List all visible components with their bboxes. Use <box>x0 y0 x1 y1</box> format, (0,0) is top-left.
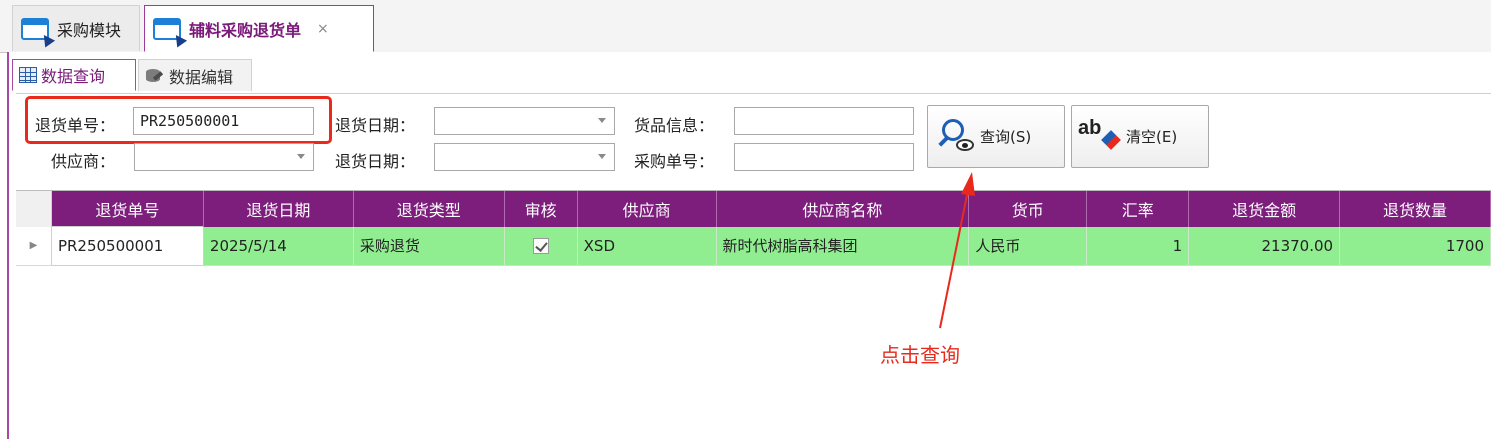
cell-currency[interactable]: 人民币 <box>968 226 1088 266</box>
window-icon <box>153 17 188 47</box>
tab-accessory-purchase-return[interactable]: 辅料采购退货单 × <box>144 5 374 52</box>
table-row[interactable]: ▶ PR250500001 2025/5/14 采购退货 XSD 新时代树脂高科… <box>16 226 1491 266</box>
cell-return-qty[interactable]: 1700 <box>1339 226 1491 266</box>
column-header[interactable]: 退货数量 <box>1339 191 1491 227</box>
goods-info-input[interactable] <box>734 107 914 135</box>
cell-return-date[interactable]: 2025/5/14 <box>203 226 354 266</box>
chevron-down-icon <box>297 154 305 159</box>
column-header[interactable]: 退货日期 <box>203 191 354 227</box>
column-header[interactable]: 供应商名称 <box>716 191 970 227</box>
column-header[interactable]: 汇率 <box>1086 191 1190 227</box>
cell-exchange-rate[interactable]: 1 <box>1086 226 1190 266</box>
supplier-label: 供应商： <box>51 152 116 171</box>
checkbox-checked-icon[interactable] <box>532 238 549 255</box>
cell-return-amount[interactable]: 21370.00 <box>1188 226 1341 266</box>
column-header[interactable]: 货币 <box>968 191 1088 227</box>
return-date-to-label: 退货日期： <box>335 152 416 171</box>
cell-supplier[interactable]: XSD <box>577 226 717 266</box>
eraser-icon: ab <box>1076 117 1122 157</box>
purchase-no-input[interactable] <box>734 143 914 171</box>
cell-return-type[interactable]: 采购退货 <box>353 226 505 266</box>
database-edit-icon <box>145 68 163 84</box>
column-header[interactable]: 退货金额 <box>1188 191 1341 227</box>
tab-label: 数据编辑 <box>169 67 234 87</box>
purchase-no-label: 采购单号： <box>634 152 715 171</box>
goods-info-label: 货品信息： <box>634 116 715 135</box>
document-tab-bar: 采购模块 辅料采购退货单 × <box>0 0 1491 53</box>
window-icon <box>21 17 56 47</box>
tab-purchase-module[interactable]: 采购模块 <box>12 5 140 51</box>
return-date-to-picker[interactable] <box>434 143 615 171</box>
column-header[interactable]: 审核 <box>504 191 578 227</box>
grid-header-row: 退货单号 退货日期 退货类型 审核 供应商 供应商名称 货币 汇率 退货金额 退… <box>16 191 1491 227</box>
clear-button[interactable]: ab 清空(E) <box>1071 105 1209 168</box>
close-icon[interactable]: × <box>317 21 329 37</box>
data-grid: 退货单号 退货日期 退货类型 审核 供应商 供应商名称 货币 汇率 退货金额 退… <box>16 190 1491 440</box>
column-header[interactable]: 退货单号 <box>51 191 204 227</box>
tab-label: 采购模块 <box>57 20 122 40</box>
cell-supplier-name[interactable]: 新时代树脂高科集团 <box>716 226 970 266</box>
return-date-from-picker[interactable] <box>434 107 615 135</box>
column-header[interactable]: 退货类型 <box>353 191 505 227</box>
column-header[interactable]: 供应商 <box>577 191 717 227</box>
clear-button-label: 清空(E) <box>1126 128 1178 146</box>
cell-audited[interactable] <box>504 226 578 266</box>
search-view-icon <box>934 117 974 157</box>
search-button[interactable]: 查询(S) <box>927 105 1065 168</box>
highlight-box <box>25 96 332 144</box>
grid-table: 退货单号 退货日期 退货类型 审核 供应商 供应商名称 货币 汇率 退货金额 退… <box>16 191 1491 266</box>
row-header-corner <box>16 191 52 227</box>
chevron-down-icon <box>598 118 606 123</box>
tab-data-edit[interactable]: 数据编辑 <box>138 59 252 91</box>
chevron-down-icon <box>598 154 606 159</box>
search-button-label: 查询(S) <box>980 128 1032 146</box>
tab-data-query[interactable]: 数据查询 <box>12 59 136 91</box>
grid-icon <box>19 67 37 83</box>
cell-return-no[interactable]: PR250500001 <box>50 226 204 266</box>
tab-label: 数据查询 <box>41 67 106 86</box>
return-date-from-label: 退货日期： <box>335 116 416 135</box>
row-indicator-icon[interactable]: ▶ <box>16 226 52 266</box>
supplier-select[interactable] <box>134 143 314 171</box>
tab-label: 辅料采购退货单 <box>189 20 302 40</box>
annotation-label: 点击查询 <box>880 343 960 367</box>
